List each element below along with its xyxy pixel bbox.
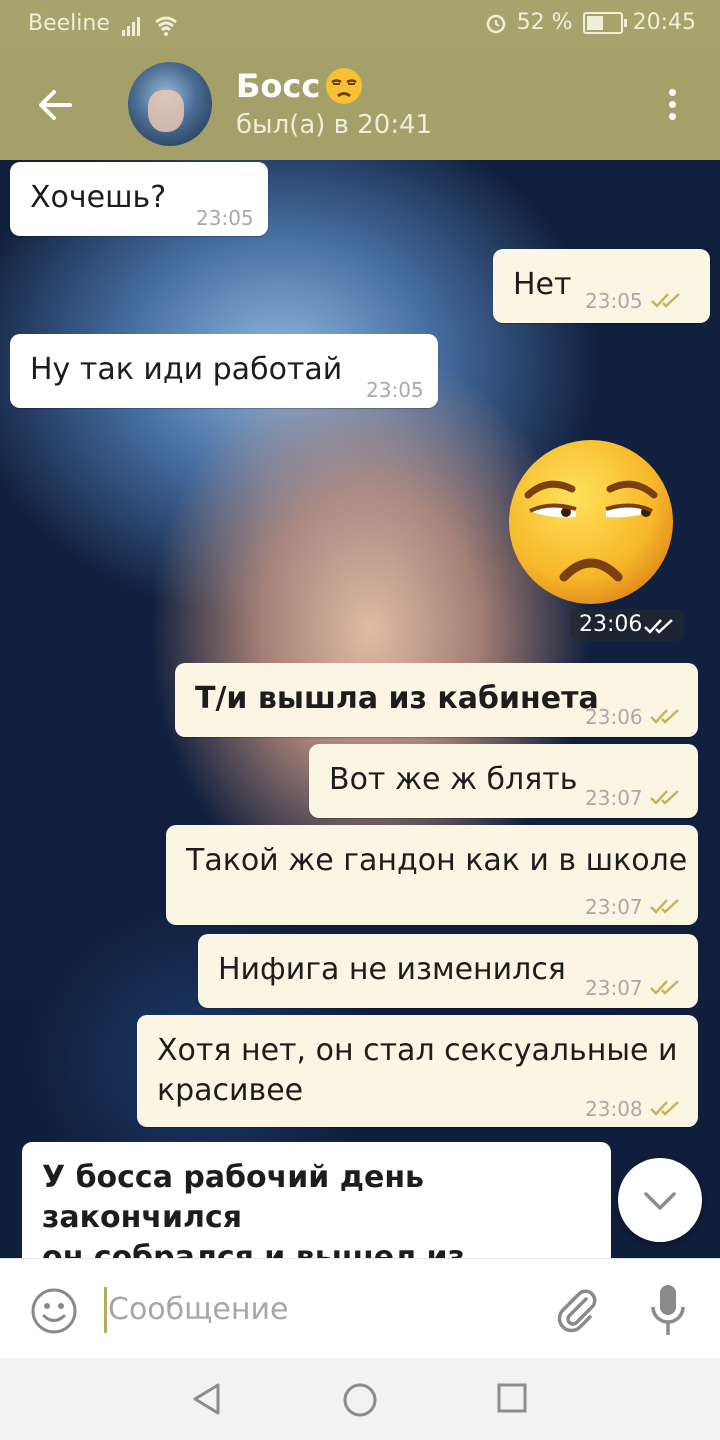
double-check-icon <box>644 619 673 634</box>
clock: 20:45 <box>632 10 696 35</box>
alarm-icon <box>486 14 505 33</box>
back-arrow-icon[interactable] <box>34 84 76 126</box>
scroll-down-button[interactable] <box>618 1158 702 1242</box>
message-line: он собрался и вышел из кабинета <box>42 1240 465 1258</box>
message-input[interactable]: Сообщение <box>108 1292 288 1327</box>
message-text: Такой же гандон как и в школе <box>186 843 688 878</box>
message-time: 23:06 <box>579 612 643 637</box>
message-incoming[interactable]: Ну так иди работай 23:05 <box>10 334 438 408</box>
home-circle-icon[interactable] <box>342 1382 378 1418</box>
double-check-icon <box>650 1101 679 1116</box>
message-input-bar: Сообщение <box>0 1258 720 1359</box>
last-seen: был(а) в 20:41 <box>236 110 433 140</box>
message-time: 23:08 <box>585 1097 643 1121</box>
text-caret <box>104 1287 107 1333</box>
message-outgoing[interactable]: Вот же ж блять 23:07 <box>309 744 698 818</box>
message-line: У босса рабочий день закончился <box>42 1160 425 1235</box>
double-check-icon <box>650 899 679 914</box>
unamused-face-sticker[interactable] <box>506 437 676 607</box>
battery-percent: 52 % <box>516 10 573 35</box>
signal-wifi-icon <box>122 16 177 36</box>
chevron-down-icon <box>644 1192 676 1210</box>
unamused-face-emoji <box>326 68 363 104</box>
chat-area[interactable]: Хочешь? 23:05 Нет 23:05 Ну так иди работ… <box>0 160 720 1258</box>
message-incoming[interactable]: У босса рабочий день закончился он собра… <box>22 1142 611 1258</box>
paperclip-icon[interactable] <box>552 1285 600 1333</box>
double-check-icon <box>650 790 679 805</box>
message-line: красивее <box>157 1073 304 1108</box>
message-text: Вот же ж блять <box>329 762 578 797</box>
message-outgoing[interactable]: Нет 23:05 <box>493 249 710 323</box>
message-time: 23:05 <box>196 206 254 230</box>
message-outgoing[interactable]: Хотя нет, он стал сексуальные и красивее… <box>137 1015 698 1127</box>
message-line: Хотя нет, он стал сексуальные и <box>157 1033 678 1068</box>
system-navigation-bar <box>0 1358 720 1440</box>
status-bar: Beeline 52 % 20:45 <box>0 0 720 48</box>
double-check-icon <box>651 293 680 308</box>
message-text: Нет <box>513 267 572 302</box>
chat-header: Босс был(а) в 20:41 <box>0 48 720 160</box>
message-time: 23:05 <box>366 378 424 402</box>
back-triangle-icon[interactable] <box>190 1382 224 1416</box>
carrier-name: Beeline <box>28 11 110 36</box>
message-text: Хочешь? <box>30 180 167 215</box>
contact-name: Босс <box>236 67 321 105</box>
message-text: У босса рабочий день закончился он собра… <box>42 1158 611 1258</box>
double-check-icon <box>650 980 679 995</box>
emoji-icon[interactable] <box>30 1287 78 1335</box>
message-text: Нифига не изменился <box>218 952 566 987</box>
message-outgoing[interactable]: Такой же гандон как и в школе 23:07 <box>166 825 698 925</box>
message-time: 23:07 <box>585 976 643 1000</box>
battery-icon <box>582 11 627 34</box>
message-text: Ну так иди работай <box>30 352 343 387</box>
message-time: 23:06 <box>585 705 643 729</box>
double-check-icon <box>650 709 679 724</box>
message-outgoing[interactable]: Нифига не изменился 23:07 <box>198 934 698 1008</box>
message-time: 23:07 <box>585 786 643 810</box>
recents-square-icon[interactable] <box>496 1382 528 1414</box>
message-time: 23:05 <box>585 289 643 313</box>
microphone-icon[interactable] <box>648 1283 688 1337</box>
chat-title[interactable]: Босс <box>236 66 364 106</box>
message-text: Т/и вышла из кабинета <box>195 681 599 716</box>
message-outgoing[interactable]: Т/и вышла из кабинета 23:06 <box>175 663 698 737</box>
message-time: 23:07 <box>585 895 643 919</box>
sticker-time-badge: 23:06 <box>570 609 684 641</box>
more-menu-icon[interactable] <box>660 86 684 126</box>
avatar[interactable] <box>128 62 212 146</box>
message-incoming[interactable]: Хочешь? 23:05 <box>10 162 268 236</box>
